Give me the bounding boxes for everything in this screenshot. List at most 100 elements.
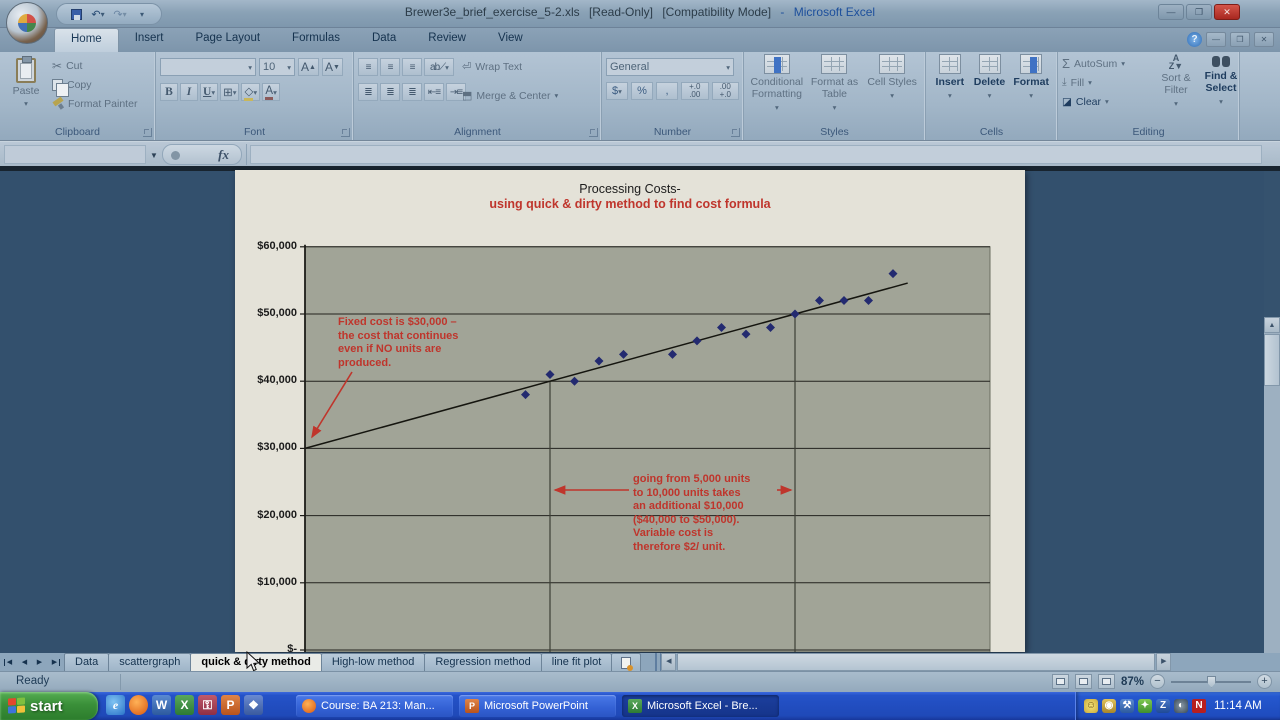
- tab-review[interactable]: Review: [412, 28, 482, 52]
- format-as-table-button[interactable]: Format as Table▾: [806, 54, 862, 125]
- workbook-close-button[interactable]: ✕: [1254, 32, 1274, 47]
- tray-tool-icon[interactable]: ⚒: [1120, 699, 1134, 713]
- tab-insert[interactable]: Insert: [119, 28, 180, 52]
- powerpoint-icon[interactable]: P: [221, 695, 240, 715]
- help-icon[interactable]: ?: [1187, 32, 1202, 47]
- close-button[interactable]: ✕: [1214, 4, 1240, 20]
- tray-shield-icon[interactable]: ◉: [1102, 699, 1116, 713]
- fx-icon[interactable]: fx: [218, 147, 229, 163]
- autosum-button[interactable]: ΣAutoSum▾: [1062, 54, 1154, 73]
- align-middle-button[interactable]: ≡: [380, 58, 400, 76]
- align-center-button[interactable]: ≣: [380, 83, 400, 101]
- page-layout-view-button[interactable]: [1075, 674, 1092, 689]
- insert-function-area[interactable]: fx: [162, 144, 242, 165]
- grow-font-button[interactable]: A▲: [298, 58, 319, 76]
- last-sheet-icon[interactable]: ▶: [48, 656, 61, 669]
- tab-view[interactable]: View: [482, 28, 539, 52]
- clipboard-dialog-launcher[interactable]: [143, 128, 152, 137]
- orientation-button[interactable]: ab⟋▾: [424, 58, 454, 76]
- previous-sheet-icon[interactable]: ◀: [18, 656, 31, 669]
- restore-button[interactable]: ❐: [1186, 4, 1212, 20]
- horizontal-scroll-thumb[interactable]: [677, 653, 1155, 671]
- minimize-button[interactable]: —: [1158, 4, 1184, 20]
- start-button[interactable]: start: [0, 692, 98, 720]
- tray-z-icon[interactable]: Z: [1156, 699, 1170, 713]
- first-sheet-icon[interactable]: ◀: [3, 656, 16, 669]
- paste-button[interactable]: Paste ▾: [6, 56, 46, 122]
- vertical-scroll-thumb[interactable]: [1264, 334, 1280, 386]
- formula-input[interactable]: [250, 145, 1262, 164]
- insert-worksheet-button[interactable]: [611, 653, 641, 671]
- app-icon[interactable]: ❖: [244, 695, 263, 715]
- scroll-left-icon[interactable]: ◀: [661, 653, 676, 671]
- comma-format-button[interactable]: ,: [656, 82, 678, 100]
- sheet-tab-scattergraph[interactable]: scattergraph: [108, 653, 191, 671]
- tab-page-layout[interactable]: Page Layout: [179, 28, 276, 52]
- italic-button[interactable]: I: [180, 83, 198, 101]
- decrease-decimal-button[interactable]: .00 +.0: [712, 82, 740, 100]
- sheet-tab-high-low-method[interactable]: High-low method: [321, 653, 426, 671]
- number-format-combo[interactable]: General▾: [606, 58, 734, 76]
- zoom-level[interactable]: 87%: [1121, 676, 1144, 688]
- zoom-in-button[interactable]: +: [1257, 674, 1272, 689]
- align-bottom-button[interactable]: ≡: [402, 58, 422, 76]
- align-left-button[interactable]: ≣: [358, 83, 378, 101]
- scroll-up-icon[interactable]: ▲: [1264, 317, 1280, 333]
- excel-icon[interactable]: X: [175, 695, 194, 715]
- font-dialog-launcher[interactable]: [341, 128, 350, 137]
- currency-format-button[interactable]: $▾: [606, 82, 628, 100]
- increase-decimal-button[interactable]: +.0 .00: [681, 82, 709, 100]
- tab-formulas[interactable]: Formulas: [276, 28, 356, 52]
- ie-icon[interactable]: e: [106, 695, 125, 715]
- percent-format-button[interactable]: %: [631, 82, 653, 100]
- scroll-right-icon[interactable]: ▶: [1156, 653, 1171, 671]
- tray-norton-icon[interactable]: N: [1192, 699, 1206, 713]
- font-name-combo[interactable]: ▾: [160, 58, 256, 76]
- alignment-dialog-launcher[interactable]: [589, 128, 598, 137]
- copy-button[interactable]: Copy: [52, 75, 152, 94]
- zoom-out-button[interactable]: −: [1150, 674, 1165, 689]
- delete-cells-button[interactable]: Delete▾: [970, 54, 1010, 125]
- name-box[interactable]: [4, 145, 146, 164]
- conditional-formatting-button[interactable]: Conditional Formatting▾: [749, 54, 805, 125]
- tray-star-icon[interactable]: ✦: [1138, 699, 1152, 713]
- underline-button[interactable]: U▾: [200, 83, 218, 101]
- task-button-course[interactable]: Course: BA 213: Man...: [296, 695, 453, 717]
- firefox-icon[interactable]: [129, 695, 148, 715]
- plot-area[interactable]: [305, 247, 990, 652]
- next-sheet-icon[interactable]: ▶: [33, 656, 46, 669]
- sheet-tab-data[interactable]: Data: [64, 653, 109, 671]
- tab-data[interactable]: Data: [356, 28, 412, 52]
- workbook-minimize-button[interactable]: —: [1206, 32, 1226, 47]
- format-painter-button[interactable]: Format Painter: [52, 94, 152, 113]
- bold-button[interactable]: B: [160, 83, 178, 101]
- normal-view-button[interactable]: [1052, 674, 1069, 689]
- word-icon[interactable]: W: [152, 695, 171, 715]
- sheet-tab-line-fit-plot[interactable]: line fit plot: [541, 653, 613, 671]
- find-select-button[interactable]: Find & Select▾: [1200, 54, 1242, 110]
- fill-color-button[interactable]: ◇▾: [241, 83, 260, 101]
- sheet-tab-regression-method[interactable]: Regression method: [424, 653, 541, 671]
- align-right-button[interactable]: ≣: [402, 83, 422, 101]
- tray-app-icon[interactable]: ◐: [1174, 699, 1188, 713]
- zoom-slider[interactable]: [1171, 681, 1251, 683]
- office-button[interactable]: [6, 2, 48, 44]
- page-break-view-button[interactable]: [1098, 674, 1115, 689]
- sort-filter-button[interactable]: AZ▼ Sort & Filter▾: [1156, 54, 1196, 110]
- insert-cells-button[interactable]: Insert▾: [930, 54, 970, 125]
- app-icon-key[interactable]: ⚿: [198, 695, 217, 715]
- cut-button[interactable]: Cut: [52, 56, 152, 75]
- tray-messenger-icon[interactable]: ☺: [1084, 699, 1098, 713]
- clear-button[interactable]: ◪Clear▾: [1062, 92, 1154, 111]
- fill-button[interactable]: ⤓Fill▾: [1062, 73, 1154, 92]
- workbook-restore-button[interactable]: ❐: [1230, 32, 1250, 47]
- number-dialog-launcher[interactable]: [731, 128, 740, 137]
- wrap-text-button[interactable]: ⏎Wrap Text: [462, 57, 522, 76]
- task-button-excel[interactable]: X Microsoft Excel - Bre...: [622, 695, 779, 717]
- name-box-dropdown-icon[interactable]: ▼: [150, 151, 158, 160]
- task-button-powerpoint[interactable]: P Microsoft PowerPoint: [459, 695, 616, 717]
- shrink-font-button[interactable]: A▼: [322, 58, 343, 76]
- decrease-indent-button[interactable]: ⇤≡: [424, 83, 444, 101]
- font-size-combo[interactable]: 10▾: [259, 58, 295, 76]
- font-color-button[interactable]: A▾: [262, 83, 280, 101]
